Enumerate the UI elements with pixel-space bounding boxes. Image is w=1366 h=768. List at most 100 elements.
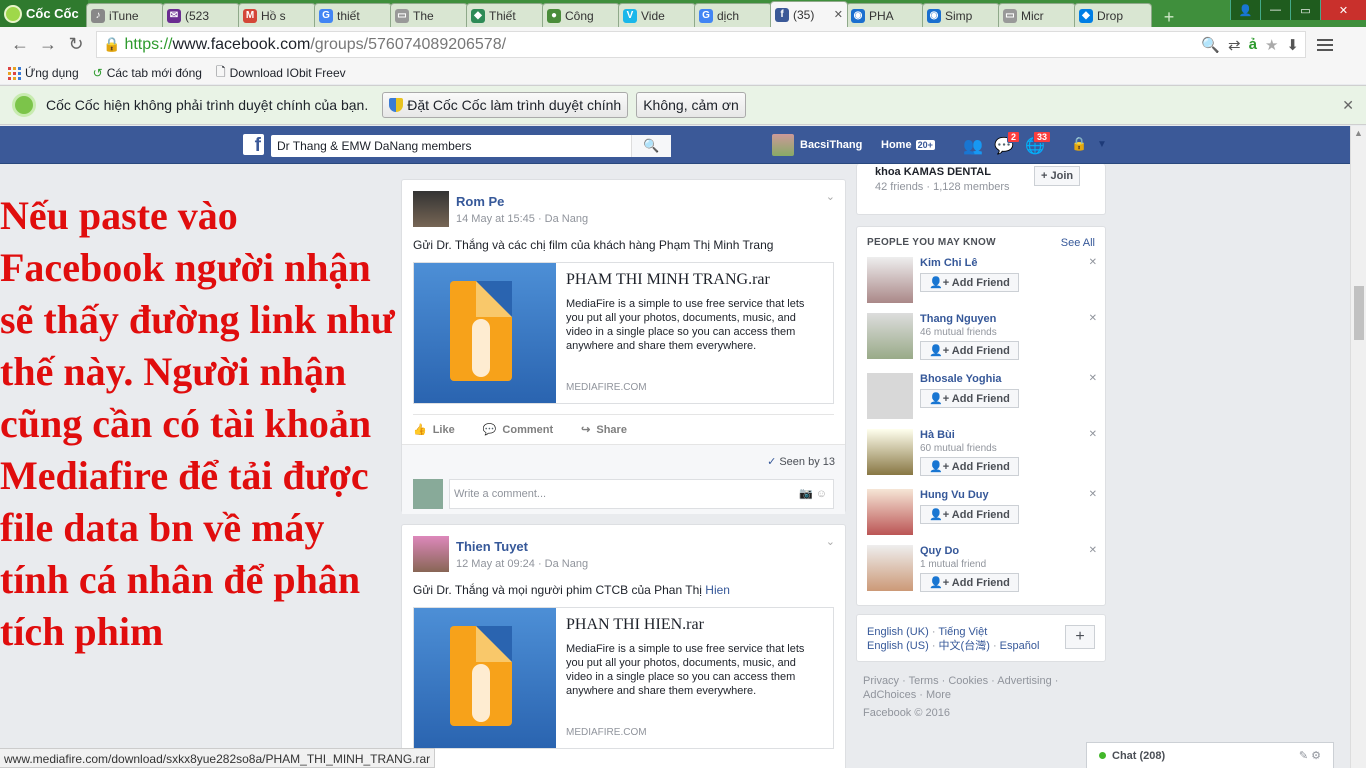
language-link[interactable]: Tiếng Việt bbox=[938, 626, 987, 638]
browser-tab[interactable]: ✉ (523 bbox=[162, 3, 240, 27]
browser-tab[interactable]: ◆ Drop bbox=[1074, 3, 1152, 27]
comment-input[interactable]: Write a comment... 📷 ☺ bbox=[449, 479, 834, 509]
notifications-icon[interactable]: 🌐 33 bbox=[1025, 131, 1051, 155]
avatar[interactable] bbox=[867, 257, 913, 303]
profile-link[interactable]: BacsiThang bbox=[772, 126, 862, 164]
facebook-logo-icon[interactable]: f bbox=[243, 134, 264, 155]
messages-icon[interactable]: 💬 2 bbox=[994, 131, 1020, 155]
close-tab-icon[interactable]: ✕ bbox=[834, 8, 843, 21]
close-window-button[interactable]: ✕ bbox=[1320, 0, 1366, 20]
avatar[interactable] bbox=[413, 536, 449, 572]
close-icon[interactable]: ✕ bbox=[1089, 545, 1097, 556]
footer-links[interactable]: Privacy · Terms · Cookies · Advertising … bbox=[863, 674, 1103, 702]
person-name[interactable]: Thang Nguyen bbox=[920, 313, 996, 325]
profile-icon[interactable]: 👤 bbox=[1230, 0, 1260, 20]
mutual-friends[interactable]: 1 mutual friend bbox=[920, 559, 986, 570]
person-name[interactable]: Kim Chi Lê bbox=[920, 257, 977, 269]
post-text-link[interactable]: Hien bbox=[705, 583, 730, 597]
friend-requests-icon[interactable]: 👥 bbox=[963, 136, 983, 155]
join-button[interactable]: + Join bbox=[1034, 166, 1081, 186]
browser-tab[interactable]: ▭ Micr bbox=[998, 3, 1076, 27]
maximize-button[interactable]: ▭ bbox=[1290, 0, 1320, 20]
browser-tab[interactable]: ◉ Simp bbox=[922, 3, 1000, 27]
person-name[interactable]: Bhosale Yoghia bbox=[920, 373, 1002, 385]
share-button[interactable]: ↪ Share bbox=[581, 423, 627, 437]
group-name[interactable]: khoa KAMAS DENTAL bbox=[875, 166, 991, 178]
browser-tab[interactable]: ● Công bbox=[542, 3, 620, 27]
forward-arrow-icon[interactable]: → bbox=[34, 31, 62, 59]
chevron-down-icon[interactable]: ⌄ bbox=[826, 190, 835, 203]
add-friend-button[interactable]: 👤+ Add Friend bbox=[920, 573, 1019, 592]
more-languages-button[interactable]: + bbox=[1065, 625, 1095, 649]
language-link[interactable]: 中文(台灣) bbox=[939, 640, 990, 652]
browser-tab[interactable]: ◉ PHA bbox=[846, 3, 924, 27]
browser-tab[interactable]: f (35) ✕ bbox=[770, 1, 848, 27]
comment-button[interactable]: 💬 Comment bbox=[483, 423, 553, 437]
close-icon[interactable]: ✕ bbox=[1089, 257, 1097, 268]
bookmark-apps[interactable]: Ứng dụng bbox=[8, 66, 79, 80]
minimize-button[interactable]: — bbox=[1260, 0, 1290, 20]
url-bar[interactable]: 🔒 https://www.facebook.com/groups/576074… bbox=[96, 31, 1306, 58]
mutual-friends[interactable]: 46 mutual friends bbox=[920, 327, 997, 338]
browser-tab[interactable]: ▭ The bbox=[390, 3, 468, 27]
account-menu-chevron-down-icon[interactable]: ▼ bbox=[1097, 139, 1117, 157]
post-author[interactable]: Thien Tuyet bbox=[456, 539, 528, 554]
set-default-button[interactable]: Đặt Cốc Cốc làm trình duyệt chính bbox=[382, 92, 629, 118]
scroll-up-icon[interactable]: ▲ bbox=[1354, 128, 1363, 138]
bookmark-recent-tabs[interactable]: ↺ Các tab mới đóng bbox=[93, 66, 202, 80]
bookmark-iobit[interactable]: 🗋 Download IObit Freev bbox=[216, 63, 346, 84]
avatar[interactable] bbox=[867, 429, 913, 475]
close-icon[interactable]: ✕ bbox=[1089, 429, 1097, 440]
add-friend-button[interactable]: 👤+ Add Friend bbox=[920, 341, 1019, 360]
zoom-icon[interactable]: 🔍 bbox=[1201, 36, 1220, 54]
link-attachment[interactable]: PHAN THI HIEN.rar MediaFire is a simple … bbox=[413, 607, 834, 749]
chevron-down-icon[interactable]: ⌄ bbox=[826, 535, 835, 548]
add-friend-button[interactable]: 👤+ Add Friend bbox=[920, 505, 1019, 524]
search-icon[interactable]: 🔍 bbox=[631, 135, 671, 157]
link-attachment[interactable]: PHAM THI MINH TRANG.rar MediaFire is a s… bbox=[413, 262, 834, 404]
scrollbar-thumb[interactable] bbox=[1354, 286, 1364, 340]
person-name[interactable]: Quy Do bbox=[920, 545, 959, 557]
facebook-search-input[interactable]: Dr Thang & EMW DaNang members 🔍 bbox=[271, 135, 671, 157]
close-icon[interactable]: ✕ bbox=[1342, 97, 1354, 114]
browser-tab[interactable]: Gthiết bbox=[314, 3, 392, 27]
close-icon[interactable]: ✕ bbox=[1089, 313, 1097, 324]
vietnamese-input-icon[interactable]: ả bbox=[1249, 36, 1257, 54]
language-link[interactable]: Español bbox=[1000, 640, 1040, 652]
post-place[interactable]: Da Nang bbox=[545, 558, 588, 570]
add-friend-button[interactable]: 👤+ Add Friend bbox=[920, 273, 1019, 292]
download-icon[interactable]: ⬇ bbox=[1286, 36, 1299, 54]
browser-tab[interactable]: Gdịch bbox=[694, 3, 772, 27]
menu-icon[interactable] bbox=[1314, 31, 1336, 59]
add-friend-button[interactable]: 👤+ Add Friend bbox=[920, 457, 1019, 476]
avatar[interactable] bbox=[867, 545, 913, 591]
add-friend-button[interactable]: 👤+ Add Friend bbox=[920, 389, 1019, 408]
reload-icon[interactable]: ↻ bbox=[62, 31, 90, 59]
person-name[interactable]: Hung Vu Duy bbox=[920, 489, 989, 501]
back-arrow-icon[interactable]: ← bbox=[6, 31, 34, 59]
see-all-link[interactable]: See All bbox=[1061, 237, 1095, 249]
no-thanks-button[interactable]: Không, cảm ơn bbox=[636, 92, 746, 118]
post-author[interactable]: Rom Pe bbox=[456, 194, 504, 209]
post-date[interactable]: 14 May at 15:45 bbox=[456, 213, 535, 225]
privacy-shortcuts-icon[interactable]: 🔒 bbox=[1071, 136, 1091, 154]
post-place[interactable]: Da Nang bbox=[545, 213, 588, 225]
seen-by[interactable]: ✓ Seen by 13 bbox=[767, 455, 835, 468]
new-tab-button[interactable]: + bbox=[1156, 7, 1182, 27]
language-link[interactable]: English (UK) bbox=[867, 626, 929, 638]
avatar[interactable] bbox=[867, 313, 913, 359]
coccoc-logo[interactable]: Cốc Cốc bbox=[0, 0, 88, 27]
page-scrollbar[interactable]: ▲ bbox=[1350, 126, 1366, 768]
person-name[interactable]: Hà Bùi bbox=[920, 429, 955, 441]
avatar[interactable] bbox=[867, 373, 913, 419]
browser-tab[interactable]: ♪ iTune bbox=[86, 3, 164, 27]
post-date[interactable]: 12 May at 09:24 bbox=[456, 558, 535, 570]
gear-icon[interactable]: ✎ ⚙ bbox=[1299, 749, 1321, 762]
close-icon[interactable]: ✕ bbox=[1089, 373, 1097, 384]
close-icon[interactable]: ✕ bbox=[1089, 489, 1097, 500]
browser-tab[interactable]: ◆ Thiết bbox=[466, 3, 544, 27]
home-link[interactable]: Home 20+ bbox=[881, 126, 935, 164]
bookmark-star-icon[interactable]: ★ bbox=[1265, 36, 1278, 54]
mutual-friends[interactable]: 60 mutual friends bbox=[920, 443, 997, 454]
chat-bar[interactable]: Chat (208) ✎ ⚙ bbox=[1086, 742, 1334, 768]
